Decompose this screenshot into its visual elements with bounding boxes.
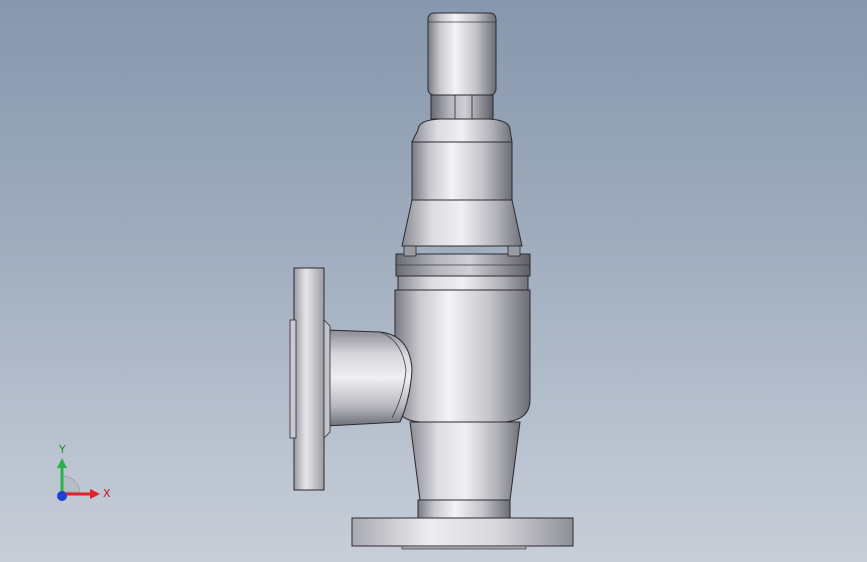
x-axis-head-icon [90,489,100,499]
inlet-flange[interactable] [289,267,331,491]
y-axis-label: Y [58,443,66,456]
hex-nut[interactable] [430,94,494,120]
axis-triad: Y X [57,443,111,501]
graphics-viewport[interactable]: Y X [0,0,867,562]
bonnet-flange[interactable] [395,245,531,291]
inlet-nozzle[interactable] [325,329,413,427]
y-axis-head-icon [57,458,67,468]
valve-cap[interactable] [427,12,497,96]
outlet-neck[interactable] [409,421,521,519]
x-axis-label: X [103,487,111,500]
z-axis-dot-icon [57,491,67,501]
outlet-flange[interactable] [351,517,574,550]
bonnet-upper[interactable] [401,118,523,247]
triad-plane-icon [61,475,81,493]
valve-body[interactable] [394,289,531,423]
valve-model[interactable] [0,0,867,562]
